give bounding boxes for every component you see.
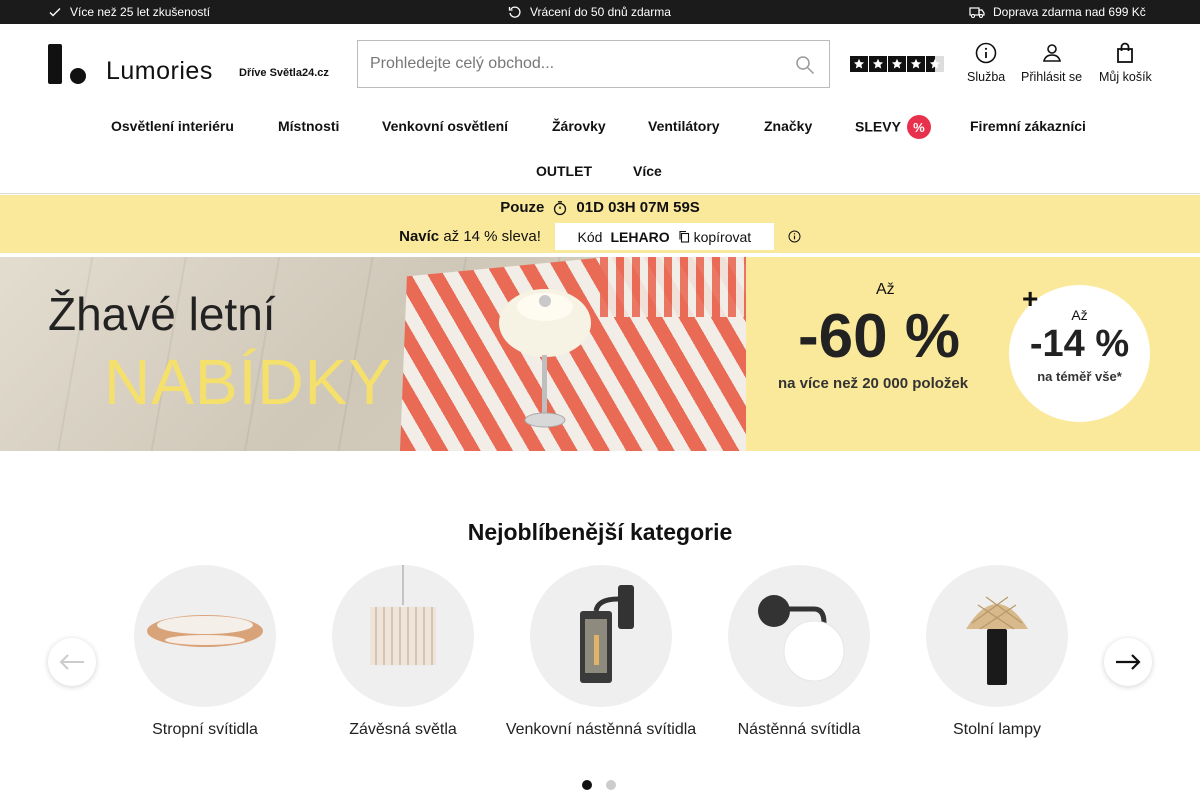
category-pendant-lights[interactable]: Závěsná světla bbox=[304, 565, 502, 739]
plus-sign: + bbox=[1022, 283, 1039, 314]
page-dot[interactable] bbox=[606, 780, 616, 790]
nav-interior-lighting[interactable]: Osvětlení interiéru bbox=[111, 118, 234, 134]
shipping-text: Doprava zdarma nad 699 Kč bbox=[993, 5, 1146, 19]
return-icon bbox=[508, 6, 521, 18]
page-dot-active[interactable] bbox=[582, 780, 592, 790]
shipping-info: Doprava zdarma nad 699 Kč bbox=[969, 0, 1146, 24]
nav-fans[interactable]: Ventilátory bbox=[648, 118, 720, 134]
banner-title-line2: NABÍDKY bbox=[104, 346, 392, 418]
rating-stars[interactable] bbox=[850, 56, 944, 72]
categories-title: Nejoblíbenější kategorie bbox=[467, 519, 733, 545]
countdown-row: Pouze 01D 03H 07M 59S bbox=[0, 199, 1200, 216]
nav-business-customers[interactable]: Firemní zákazníci bbox=[970, 118, 1086, 134]
category-label: Stropní svítidla bbox=[152, 721, 258, 738]
login-button[interactable]: Přihlásit se bbox=[1021, 42, 1082, 84]
banner-title-line1: Žhavé letní bbox=[48, 288, 276, 340]
nav-sale[interactable]: SLEVY% bbox=[855, 115, 931, 140]
shopping-bag-icon bbox=[1117, 42, 1134, 63]
search-icon[interactable] bbox=[795, 55, 815, 75]
category-label: Nástěnná svítidla bbox=[737, 721, 861, 738]
category-ceiling-lights[interactable]: Stropní svítidla bbox=[106, 565, 304, 739]
search-box[interactable] bbox=[357, 40, 830, 88]
truck-icon bbox=[969, 7, 985, 18]
category-outdoor-wall-lights[interactable]: Venkovní nástěnná svítidla bbox=[502, 565, 700, 739]
returns-text: Vrácení do 50 dnů zdarma bbox=[530, 5, 671, 19]
chair-frame bbox=[600, 257, 746, 317]
coupon-box: Kód LEHARO kopírovat bbox=[554, 223, 774, 250]
category-image bbox=[332, 565, 474, 707]
service-button[interactable]: Služba bbox=[967, 42, 1005, 84]
search-input[interactable] bbox=[370, 41, 790, 87]
star-icon bbox=[869, 56, 887, 72]
cart-button[interactable]: Můj košík bbox=[1099, 42, 1152, 84]
info-icon bbox=[975, 42, 997, 64]
copy-icon bbox=[679, 230, 689, 243]
extra-discount: -14 % bbox=[1029, 323, 1130, 365]
copy-code-button[interactable]: kopírovat bbox=[678, 228, 752, 245]
category-wall-lights[interactable]: Nástěnná svítidla bbox=[700, 565, 898, 739]
nav-more[interactable]: Více bbox=[633, 163, 662, 179]
experience-info: Více než 25 let zkušeností bbox=[48, 0, 210, 24]
code-label: Kód bbox=[577, 228, 603, 245]
category-label: Závěsná světla bbox=[349, 721, 457, 738]
experience-text: Více než 25 let zkušeností bbox=[70, 5, 211, 19]
star-icon bbox=[850, 56, 868, 72]
table-lamp-image bbox=[499, 289, 591, 428]
extra-discount-subtitle: na téměř vše* bbox=[1037, 369, 1122, 384]
coupon-code: LEHARO bbox=[610, 228, 670, 245]
extra-bold: Navíc bbox=[399, 228, 440, 245]
nav-brands[interactable]: Značky bbox=[764, 118, 812, 134]
top-info-bar: Více než 25 let zkušeností Vrácení do 50… bbox=[0, 0, 1200, 24]
info-icon[interactable] bbox=[788, 230, 801, 243]
logo-mark bbox=[48, 44, 88, 84]
user-icon bbox=[1042, 44, 1061, 62]
category-image bbox=[728, 565, 870, 707]
category-label: Stolní lampy bbox=[952, 721, 1042, 738]
nav-outdoor-lighting[interactable]: Venkovní osvětlení bbox=[382, 118, 508, 134]
main-discount-subtitle: na více než 20 000 položek bbox=[778, 375, 969, 392]
logo[interactable]: Lumories bbox=[48, 44, 213, 84]
copy-label: kopírovat bbox=[693, 228, 752, 245]
discount-panel: Až -60 % na více než 20 000 položek Až -… bbox=[746, 257, 1200, 451]
cart-label: Můj košík bbox=[1099, 70, 1152, 84]
sale-percent-icon: % bbox=[906, 115, 931, 139]
returns-info: Vrácení do 50 dnů zdarma bbox=[508, 0, 671, 24]
nav-sale-label: SLEVY bbox=[855, 118, 901, 135]
extra-discount-row: Navíc až 14 % sleva! Kód LEHARO kopírova… bbox=[0, 223, 1200, 250]
arrow-right-icon bbox=[1116, 654, 1141, 670]
main-discount: -60 % bbox=[798, 302, 960, 371]
category-table-lamps[interactable]: Stolní lampy bbox=[898, 565, 1096, 739]
carousel-pagination bbox=[582, 780, 616, 790]
carousel-next-button[interactable] bbox=[1104, 638, 1152, 686]
category-label: Venkovní nástěnná svítidla bbox=[505, 721, 697, 738]
only-label: Pouze bbox=[500, 199, 545, 216]
category-image bbox=[530, 565, 672, 707]
half-star-icon bbox=[926, 56, 944, 72]
stopwatch-icon bbox=[554, 200, 567, 215]
summer-sale-banner[interactable]: Žhavé letní NABÍDKY Až -60 % na více než… bbox=[0, 257, 1200, 451]
check-icon bbox=[49, 8, 61, 17]
star-icon bbox=[888, 56, 906, 72]
logo-text: Lumories bbox=[106, 57, 213, 85]
nav-bulbs[interactable]: Žárovky bbox=[552, 118, 606, 134]
carousel-prev-button[interactable] bbox=[48, 638, 96, 686]
arrow-left-icon bbox=[59, 654, 84, 670]
up-to-label: Až bbox=[876, 281, 895, 298]
banner-image: Žhavé letní NABÍDKY bbox=[0, 257, 746, 451]
star-icon bbox=[907, 56, 925, 72]
countdown-timer: 01D 03H 07M 59S bbox=[576, 199, 700, 216]
site-header: Lumories Dříve Světla24.cz Služba Přihlá… bbox=[0, 24, 1200, 194]
extra-text: až 14 % sleva! bbox=[443, 228, 541, 245]
logo-subtitle: Dříve Světla24.cz bbox=[239, 67, 329, 79]
nav-rooms[interactable]: Místnosti bbox=[278, 118, 339, 134]
service-label: Služba bbox=[967, 70, 1006, 84]
promo-bar: Pouze 01D 03H 07M 59S Navíc až 14 % slev… bbox=[0, 195, 1200, 253]
category-image bbox=[134, 565, 276, 707]
category-image bbox=[926, 565, 1068, 707]
extra-discount-text: Navíc až 14 % sleva! bbox=[399, 228, 541, 245]
nav-outlet[interactable]: OUTLET bbox=[536, 163, 592, 179]
login-label: Přihlásit se bbox=[1021, 70, 1083, 84]
